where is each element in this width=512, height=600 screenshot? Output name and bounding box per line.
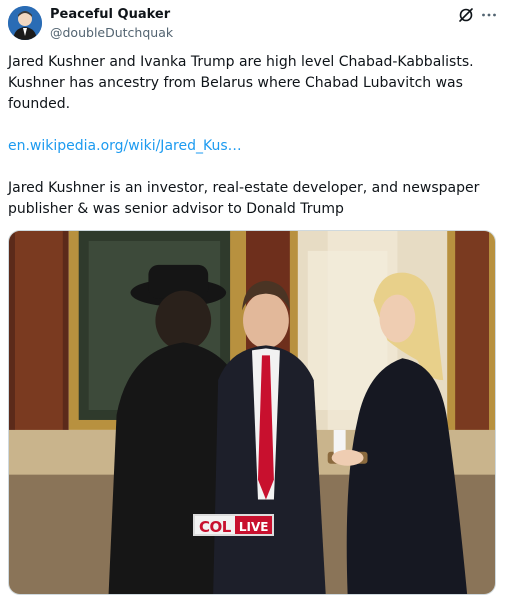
author-display-name[interactable]: Peaceful Quaker [50,7,170,23]
watermark-live: LIVE [234,516,273,534]
grok-icon[interactable] [457,6,475,24]
col-live-watermark: COL LIVE [193,514,275,536]
more-horizontal-icon[interactable] [480,6,498,24]
post-text-paragraph-2: Jared Kushner is an investor, real-estat… [8,180,480,217]
author-avatar[interactable] [8,6,42,40]
post-card: Peaceful Quaker @doubleDutchquak Jared K… [0,0,512,600]
post-photo[interactable]: COL LIVE [8,230,496,595]
post-text-paragraph-1: Jared Kushner and Ivanka Trump are high … [8,54,474,112]
user-avatar-icon [8,6,42,40]
author-handle[interactable]: @doubleDutchquak [50,25,173,41]
wikipedia-link[interactable]: en.wikipedia.org/wiki/Jared_Kus… [8,136,242,157]
photo-scene [9,231,495,594]
watermark-col: COL [195,516,235,536]
